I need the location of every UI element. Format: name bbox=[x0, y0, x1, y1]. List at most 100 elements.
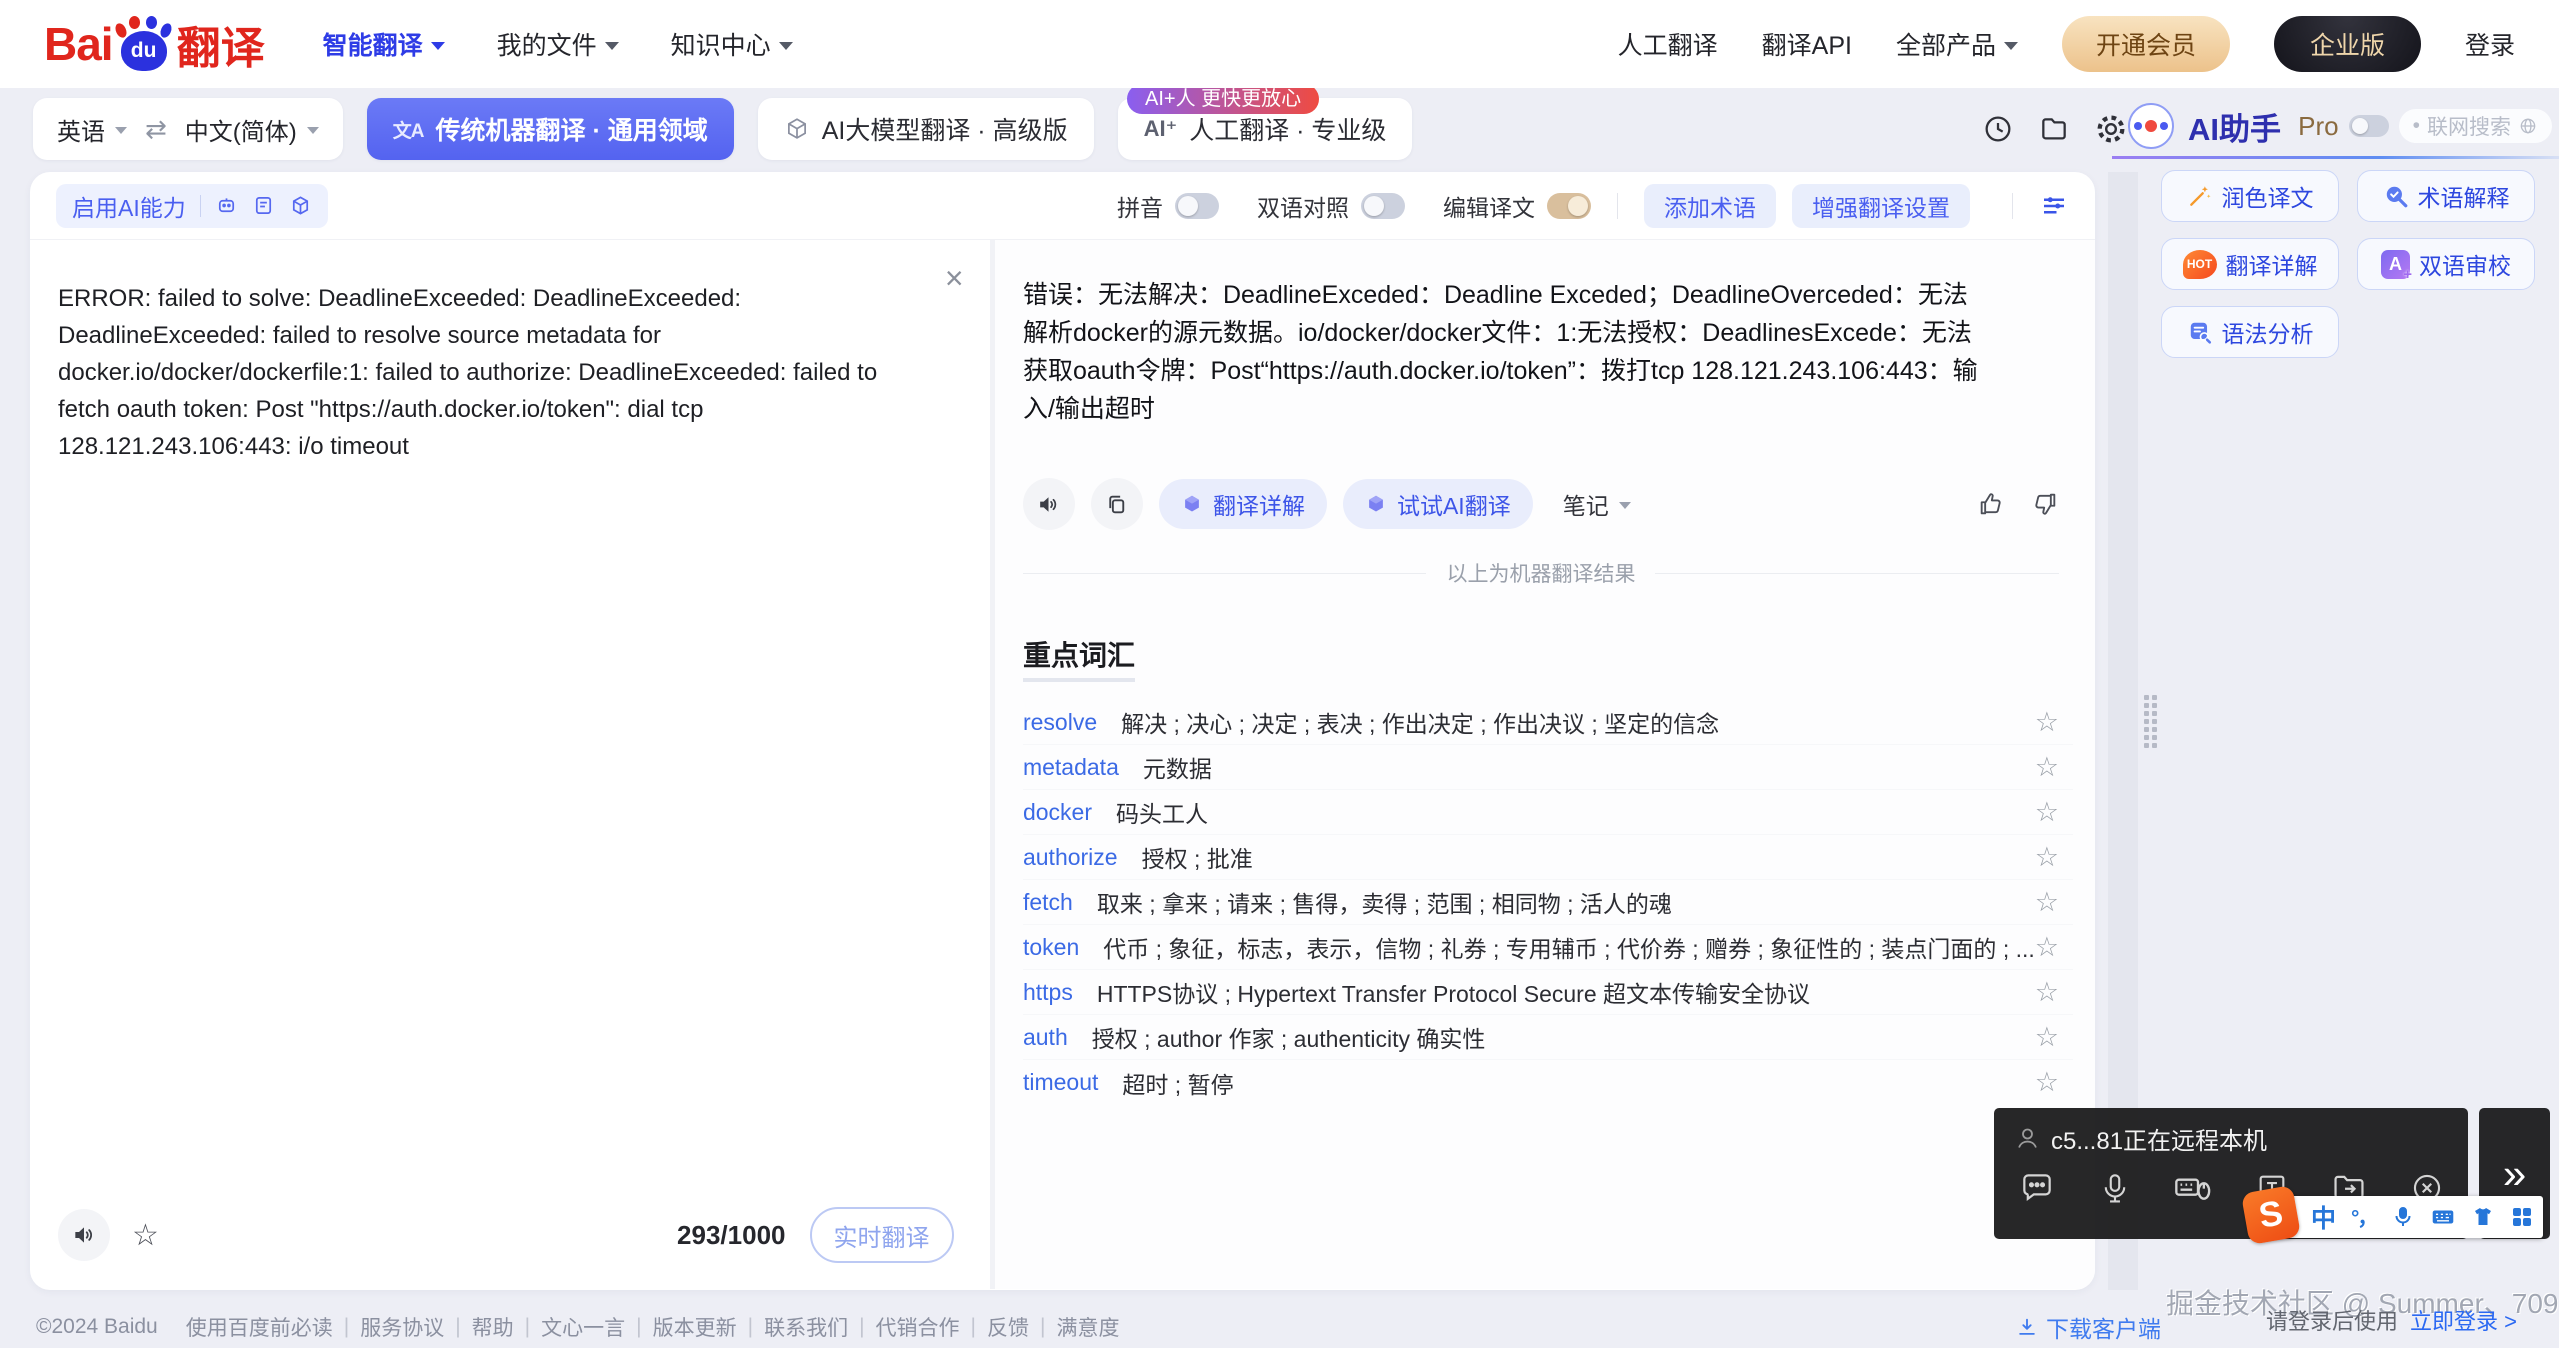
vocab-word-link[interactable]: resolve bbox=[1023, 709, 1097, 736]
language-selector: 英语 ⇄ 中文(简体) bbox=[33, 98, 343, 160]
microphone-icon[interactable] bbox=[2098, 1171, 2132, 1205]
favorite-star-icon[interactable]: ☆ bbox=[132, 1218, 159, 1253]
footer-link[interactable]: 帮助 bbox=[472, 1312, 514, 1342]
thumbs-down-icon[interactable] bbox=[2031, 490, 2059, 518]
vocab-word-link[interactable]: timeout bbox=[1023, 1069, 1098, 1096]
nav-my-files[interactable]: 我的文件 bbox=[497, 26, 619, 62]
ime-punctuation-toggle[interactable]: °， bbox=[2351, 1202, 2376, 1232]
ai-assistant-header: AI助手 Pro • 联网搜索 bbox=[2128, 100, 2552, 152]
download-client-link[interactable]: 下载客户端 bbox=[2016, 1310, 2161, 1344]
ai-robot-icon[interactable] bbox=[215, 194, 238, 217]
vocab-word-link[interactable]: https bbox=[1023, 979, 1073, 1006]
settings-gear-icon[interactable] bbox=[2094, 112, 2128, 146]
translation-detail-tool-button[interactable]: HOT 翻译详解 bbox=[2161, 238, 2339, 290]
footer-link[interactable]: 使用百度前必读 bbox=[186, 1312, 333, 1342]
favorite-star-icon[interactable]: ☆ bbox=[2035, 932, 2059, 963]
ime-toolbox-icon[interactable] bbox=[2510, 1205, 2534, 1229]
login-link[interactable]: 登录 bbox=[2465, 26, 2515, 62]
copyright: ©2024 Baidu bbox=[36, 1315, 158, 1339]
grammar-analysis-button[interactable]: 语法分析 bbox=[2161, 306, 2339, 358]
clear-source-icon[interactable]: × bbox=[945, 262, 964, 294]
footer-link[interactable]: 版本更新 bbox=[653, 1312, 737, 1342]
sidebar-drag-handle[interactable] bbox=[2144, 695, 2157, 748]
edit-translation-toggle[interactable] bbox=[1547, 193, 1591, 219]
favorite-star-icon[interactable]: ☆ bbox=[2035, 977, 2059, 1008]
login-now-link[interactable]: 立即登录 > bbox=[2410, 1304, 2517, 1336]
page-footer: ©2024 Baidu 使用百度前必读| 服务协议| 帮助| 文心一言| 版本更… bbox=[36, 1312, 1119, 1342]
ai-doc-icon[interactable] bbox=[252, 194, 275, 217]
download-icon bbox=[2016, 1316, 2038, 1338]
add-terminology-button[interactable]: 添加术语 bbox=[1644, 184, 1776, 228]
swap-languages-icon[interactable]: ⇄ bbox=[145, 114, 167, 145]
vocab-row: metadata元数据☆ bbox=[1023, 745, 2073, 790]
polish-translation-button[interactable]: 润色译文 bbox=[2161, 170, 2339, 222]
web-search-pill[interactable]: • 联网搜索 bbox=[2399, 109, 2552, 143]
tab-machine-translation[interactable]: 文A 传统机器翻译 · 通用领域 bbox=[367, 98, 734, 160]
vocab-word-link[interactable]: docker bbox=[1023, 799, 1092, 826]
open-membership-button[interactable]: 开通会员 bbox=[2062, 16, 2230, 72]
chevron-down-icon bbox=[115, 127, 127, 134]
history-icon[interactable] bbox=[1982, 113, 2014, 145]
vocab-word-link[interactable]: metadata bbox=[1023, 754, 1119, 781]
footer-link[interactable]: 文心一言 bbox=[541, 1312, 625, 1342]
vocab-word-link[interactable]: token bbox=[1023, 934, 1079, 961]
target-language-select[interactable]: 中文(简体) bbox=[185, 112, 319, 147]
footer-link[interactable]: 满意度 bbox=[1056, 1312, 1119, 1342]
chat-icon[interactable] bbox=[2018, 1169, 2056, 1207]
favorite-star-icon[interactable]: ☆ bbox=[2035, 797, 2059, 828]
footer-link[interactable]: 服务协议 bbox=[360, 1312, 444, 1342]
ime-voice-icon[interactable] bbox=[2391, 1205, 2415, 1229]
enable-ai-pill[interactable]: 启用AI能力 bbox=[56, 184, 328, 228]
thumbs-up-icon[interactable] bbox=[1977, 490, 2005, 518]
try-ai-translate-button[interactable]: 试试AI翻译 bbox=[1343, 479, 1533, 529]
vocab-row: auth授权 ; author 作家 ; authenticity 确实性☆ bbox=[1023, 1015, 2073, 1060]
nav-knowledge-center[interactable]: 知识中心 bbox=[671, 26, 793, 62]
ime-language-toggle[interactable]: 中 bbox=[2311, 1199, 2336, 1235]
vocab-word-link[interactable]: fetch bbox=[1023, 889, 1073, 916]
favorite-star-icon[interactable]: ☆ bbox=[2035, 887, 2059, 918]
source-language-select[interactable]: 英语 bbox=[57, 112, 127, 147]
keyboard-mouse-icon[interactable] bbox=[2173, 1168, 2213, 1208]
pro-toggle[interactable] bbox=[2349, 115, 2389, 137]
baidu-translate-logo[interactable]: Bai du 翻译 bbox=[44, 12, 265, 76]
pinyin-toggle[interactable] bbox=[1175, 193, 1219, 219]
chevron-down-icon bbox=[431, 42, 445, 50]
main-nav: 智能翻译 我的文件 知识中心 bbox=[323, 26, 793, 62]
translation-settings-sliders-icon[interactable] bbox=[2039, 191, 2069, 221]
copy-button[interactable] bbox=[1091, 478, 1143, 530]
bilingual-review-button[interactable]: A+ 双语审校 bbox=[2357, 238, 2535, 290]
source-text-input[interactable]: ERROR: failed to solve: DeadlineExceeded… bbox=[58, 280, 910, 465]
result-speaker-button[interactable] bbox=[1023, 478, 1075, 530]
vocab-word-link[interactable]: auth bbox=[1023, 1024, 1068, 1051]
favorite-star-icon[interactable]: ☆ bbox=[2035, 752, 2059, 783]
ime-skin-icon[interactable] bbox=[2471, 1205, 2495, 1229]
sogou-logo[interactable]: S bbox=[2241, 1185, 2301, 1245]
favorite-star-icon[interactable]: ☆ bbox=[2035, 1067, 2059, 1098]
footer-link[interactable]: 反馈 bbox=[987, 1312, 1029, 1342]
link-translate-api[interactable]: 翻译API bbox=[1762, 26, 1852, 62]
translation-result-text: 错误：无法解决：DeadlineExceded：Deadline Exceded… bbox=[1023, 276, 1983, 428]
vocab-word-link[interactable]: authorize bbox=[1023, 844, 1118, 871]
favorite-star-icon[interactable]: ☆ bbox=[2035, 707, 2059, 738]
folder-icon[interactable] bbox=[2038, 113, 2070, 145]
ai-cube-icon[interactable] bbox=[289, 194, 312, 217]
ime-keyboard-icon[interactable] bbox=[2430, 1204, 2456, 1230]
favorite-star-icon[interactable]: ☆ bbox=[2035, 1022, 2059, 1053]
menu-all-products[interactable]: 全部产品 bbox=[1896, 26, 2018, 62]
link-human-translation[interactable]: 人工翻译 bbox=[1618, 26, 1718, 62]
translate-icon: 文A bbox=[393, 116, 424, 143]
nav-smart-translate[interactable]: 智能翻译 bbox=[323, 26, 445, 62]
translation-detail-button[interactable]: 翻译详解 bbox=[1159, 479, 1327, 529]
enhanced-translation-settings-button[interactable]: 增强翻译设置 bbox=[1792, 184, 1970, 228]
realtime-translate-button[interactable]: 实时翻译 bbox=[810, 1207, 954, 1263]
bilingual-compare-toggle[interactable] bbox=[1361, 193, 1405, 219]
notes-dropdown[interactable]: 笔记 bbox=[1563, 487, 1631, 521]
footer-link[interactable]: 代销合作 bbox=[876, 1312, 960, 1342]
source-panel: ERROR: failed to solve: DeadlineExceeded… bbox=[30, 240, 990, 1289]
footer-link[interactable]: 联系我们 bbox=[764, 1312, 848, 1342]
source-speaker-button[interactable] bbox=[58, 1209, 110, 1261]
tab-ai-model-translation[interactable]: AI大模型翻译 · 高级版 bbox=[758, 98, 1094, 160]
term-explanation-button[interactable]: 术语解释 bbox=[2357, 170, 2535, 222]
enterprise-button[interactable]: 企业版 bbox=[2274, 16, 2421, 72]
favorite-star-icon[interactable]: ☆ bbox=[2035, 842, 2059, 873]
